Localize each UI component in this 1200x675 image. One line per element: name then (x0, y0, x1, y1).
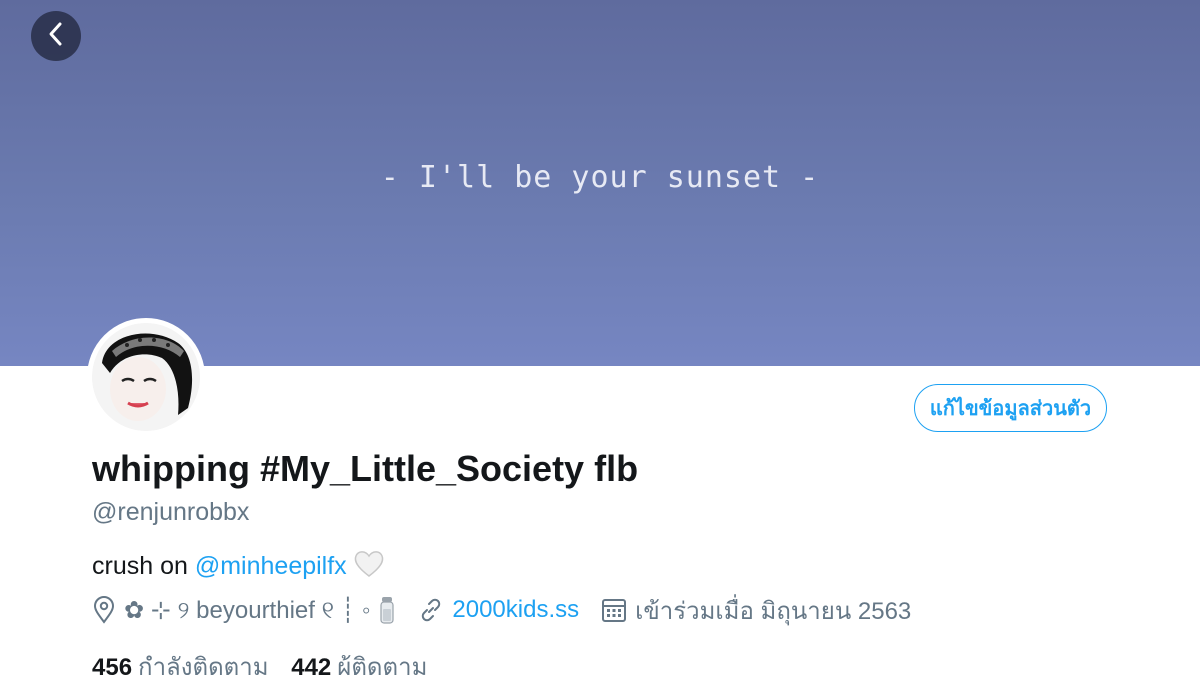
website-item: 2000kids.ss (418, 596, 579, 624)
followers-count: 442 (291, 654, 332, 675)
calendar-icon (601, 597, 627, 623)
user-handle: @renjunrobbx (92, 498, 250, 526)
edit-profile-button[interactable]: แก้ไขข้อมูลส่วนตัว (914, 384, 1107, 432)
followers-link[interactable]: 442 ผู้ติดตาม (291, 654, 427, 675)
following-link[interactable]: 456 กำลังติดตาม (92, 654, 269, 675)
follow-stats: 456 กำลังติดตาม 442 ผู้ติดตาม (92, 647, 443, 675)
joined-text: เข้าร่วมเมื่อ มิถุนายน 2563 (635, 597, 912, 625)
location-pin-icon (92, 596, 116, 624)
display-name: whipping #My_Little_Society flb (92, 448, 639, 489)
bio-text: crush on (92, 552, 195, 580)
chevron-left-icon (45, 21, 67, 52)
followers-label: ผู้ติดตาม (337, 654, 428, 675)
location-text: ✿ ⊹ ୨ beyourthief ୧ ┊ ◦ (124, 596, 371, 624)
avatar-image (92, 323, 200, 431)
link-icon (418, 597, 444, 623)
following-label: กำลังติดตาม (138, 654, 269, 675)
back-button[interactable] (31, 11, 81, 61)
profile-meta: ✿ ⊹ ୨ beyourthief ୧ ┊ ◦ 2000kids.ss เข้า… (92, 592, 933, 628)
bio-mention-link[interactable]: @minheepilfx (195, 552, 347, 580)
avatar[interactable] (87, 318, 205, 436)
salt-shaker-icon (378, 595, 396, 625)
profile-page: - I'll be your sunset - แก้ไขข้อมูลส่วนต… (0, 0, 1200, 675)
following-count: 456 (92, 654, 133, 675)
website-link[interactable]: 2000kids.ss (452, 596, 579, 624)
location-item: ✿ ⊹ ୨ beyourthief ୧ ┊ ◦ (92, 595, 396, 625)
joined-item: เข้าร่วมเมื่อ มิถุนายน 2563 (601, 591, 911, 630)
white-heart-icon (353, 550, 385, 585)
profile-banner: - I'll be your sunset - (0, 0, 1200, 366)
banner-caption: - I'll be your sunset - (380, 160, 820, 195)
bio: crush on @minheepilfx (92, 550, 385, 585)
